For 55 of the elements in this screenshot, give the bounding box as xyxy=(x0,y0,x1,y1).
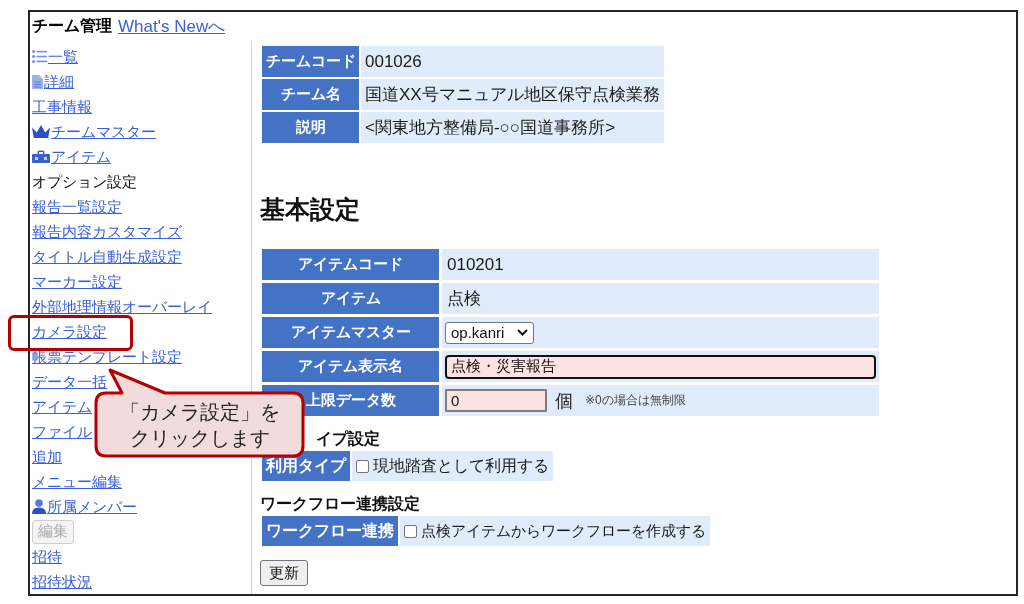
chevron-down-icon xyxy=(517,329,528,336)
header-cell: 説明 xyxy=(262,112,359,143)
checkbox[interactable] xyxy=(356,459,369,473)
section-heading: イプ設定 xyxy=(316,429,380,449)
sidebar-link[interactable]: 報告内容カスタマイズ xyxy=(32,221,182,242)
person-icon xyxy=(32,499,46,514)
sidebar-section-label: オプション設定 xyxy=(32,171,137,192)
sidebar-link[interactable]: データ一括 xyxy=(32,371,107,392)
crown-icon xyxy=(32,125,50,138)
header-cell: アイテムマスター xyxy=(262,317,439,348)
display-name-input[interactable]: 点検・災害報告 xyxy=(445,354,876,379)
whats-new-link[interactable]: What's Newへ xyxy=(118,15,226,38)
toolbox-icon xyxy=(32,150,50,163)
update-button[interactable]: 更新 xyxy=(260,560,308,586)
sidebar-link[interactable]: 所属メンバー xyxy=(32,496,137,517)
value-cell: 点検 xyxy=(442,283,879,314)
section-heading: ワークフロー連携設定 xyxy=(260,494,420,514)
sidebar-link[interactable]: 外部地理情報オーバーレイ xyxy=(32,296,212,317)
header-cell: チーム名 xyxy=(262,79,359,110)
data-limit-input[interactable]: 0 xyxy=(445,389,547,412)
sidebar-link[interactable]: タイトル自動生成設定 xyxy=(32,246,182,267)
checkbox[interactable] xyxy=(404,524,417,538)
header-cell: アイテムコード xyxy=(262,249,439,280)
sidebar-link[interactable]: 追加 xyxy=(32,446,62,467)
value-cell: <関東地方整備局-○○国道事務所> xyxy=(361,112,664,143)
sidebar-link[interactable]: チームマスター xyxy=(32,121,156,142)
header-cell: アイテム表示名 xyxy=(262,351,439,382)
header-cell: ワークフロー連携 xyxy=(262,516,398,546)
sidebar-link[interactable]: ファイル xyxy=(32,421,92,442)
page-title: チーム管理 xyxy=(32,16,112,36)
sidebar-link[interactable]: 招待 xyxy=(32,546,62,567)
sidebar-link[interactable]: メニュー編集 xyxy=(32,471,122,492)
sidebar-link[interactable]: 報告一覧設定 xyxy=(32,196,122,217)
checkbox-label[interactable]: 現地踏査として利用する xyxy=(373,455,549,477)
sidebar-link[interactable]: アイテム xyxy=(32,396,92,417)
list-icon xyxy=(32,50,47,63)
sidebar-link[interactable]: マーカー設定 xyxy=(32,271,122,292)
unit-label: 個 xyxy=(555,389,573,413)
sidebar-link[interactable]: アイテム xyxy=(32,146,111,167)
sidebar-link[interactable]: カメラ設定 xyxy=(32,321,107,342)
value-cell: 010201 xyxy=(442,249,879,280)
header-cell: チームコード xyxy=(262,46,359,77)
sidebar-link[interactable]: 詳細 xyxy=(32,71,74,92)
sidebar-link[interactable]: 工事情報 xyxy=(32,96,92,117)
section-title: 基本設定 xyxy=(260,194,360,224)
item-master-dropdown[interactable]: op.kanri xyxy=(445,321,534,344)
header-cell: アイテム xyxy=(262,283,439,314)
value-cell: 国道XX号マニュアル地区保守点検業務 xyxy=(361,79,664,110)
document-icon xyxy=(32,74,43,89)
value-cell: 001026 xyxy=(361,46,664,77)
note-text: ※0の場合は無制限 xyxy=(585,392,686,409)
sidebar-link[interactable]: 一覧 xyxy=(32,46,78,67)
sidebar-link[interactable]: 帳票テンプレート設定 xyxy=(32,346,182,367)
sidebar-link[interactable]: 招待状況 xyxy=(32,571,92,592)
checkbox-label[interactable]: 点検アイテムからワークフローを作成する xyxy=(421,521,706,541)
